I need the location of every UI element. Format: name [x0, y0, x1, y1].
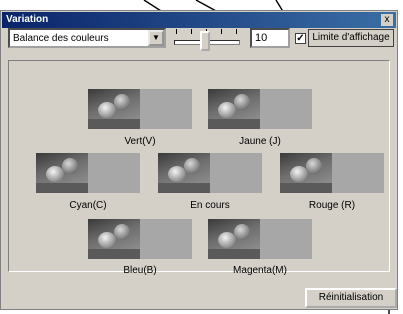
color-swatch	[140, 89, 192, 129]
dialog-title: Variation	[6, 14, 49, 25]
variant-vert[interactable]	[88, 89, 192, 129]
preview-thumbnail	[208, 89, 260, 129]
slider-tick	[221, 29, 222, 34]
close-button[interactable]: x	[381, 14, 393, 26]
color-swatch	[260, 219, 312, 259]
variant-rouge[interactable]	[280, 153, 384, 193]
variant-label-en-cours: En cours	[190, 200, 230, 211]
color-swatch	[140, 219, 192, 259]
display-limit-label[interactable]: Limite d'affichage	[308, 29, 394, 47]
preview-thumbnail	[88, 219, 140, 259]
variant-en-cours[interactable]	[158, 153, 262, 193]
reset-button[interactable]: Réinitialisation	[305, 288, 397, 308]
color-swatch	[332, 153, 384, 193]
variant-bleu[interactable]	[88, 219, 192, 259]
display-limit-checkbox[interactable]: ✓	[295, 33, 306, 44]
preview-thumbnail	[208, 219, 260, 259]
variant-cyan[interactable]	[36, 153, 140, 193]
mode-select[interactable]: Balance des couleurs ▼	[8, 28, 166, 48]
slider-thumb[interactable]	[200, 31, 211, 51]
variant-label-cyan: Cyan(C)	[69, 200, 107, 211]
step-slider[interactable]	[170, 22, 242, 54]
color-swatch	[260, 89, 312, 129]
slider-tick	[176, 29, 177, 34]
variant-label-vert: Vert(V)	[124, 136, 156, 147]
chevron-down-icon[interactable]: ▼	[148, 30, 164, 46]
variant-label-rouge: Rouge (R)	[308, 200, 356, 211]
color-swatch	[210, 153, 262, 193]
step-value-input[interactable]: 10	[250, 28, 290, 48]
color-swatch	[88, 153, 140, 193]
preview-thumbnail	[158, 153, 210, 193]
variations-panel: Vert(V) Jaune (J) Cyan(C) En cours Rouge…	[8, 60, 390, 276]
variant-label-magenta: Magenta(M)	[233, 265, 287, 276]
variant-magenta[interactable]	[208, 219, 312, 259]
preview-thumbnail	[88, 89, 140, 129]
variant-label-jaune: Jaune (J)	[239, 136, 281, 147]
mode-select-value: Balance des couleurs	[13, 33, 109, 44]
slider-tick	[236, 29, 237, 34]
slider-tick	[191, 29, 192, 34]
preview-thumbnail	[36, 153, 88, 193]
variant-label-bleu: Bleu(B)	[123, 265, 157, 276]
variant-jaune[interactable]	[208, 89, 312, 129]
preview-thumbnail	[280, 153, 332, 193]
